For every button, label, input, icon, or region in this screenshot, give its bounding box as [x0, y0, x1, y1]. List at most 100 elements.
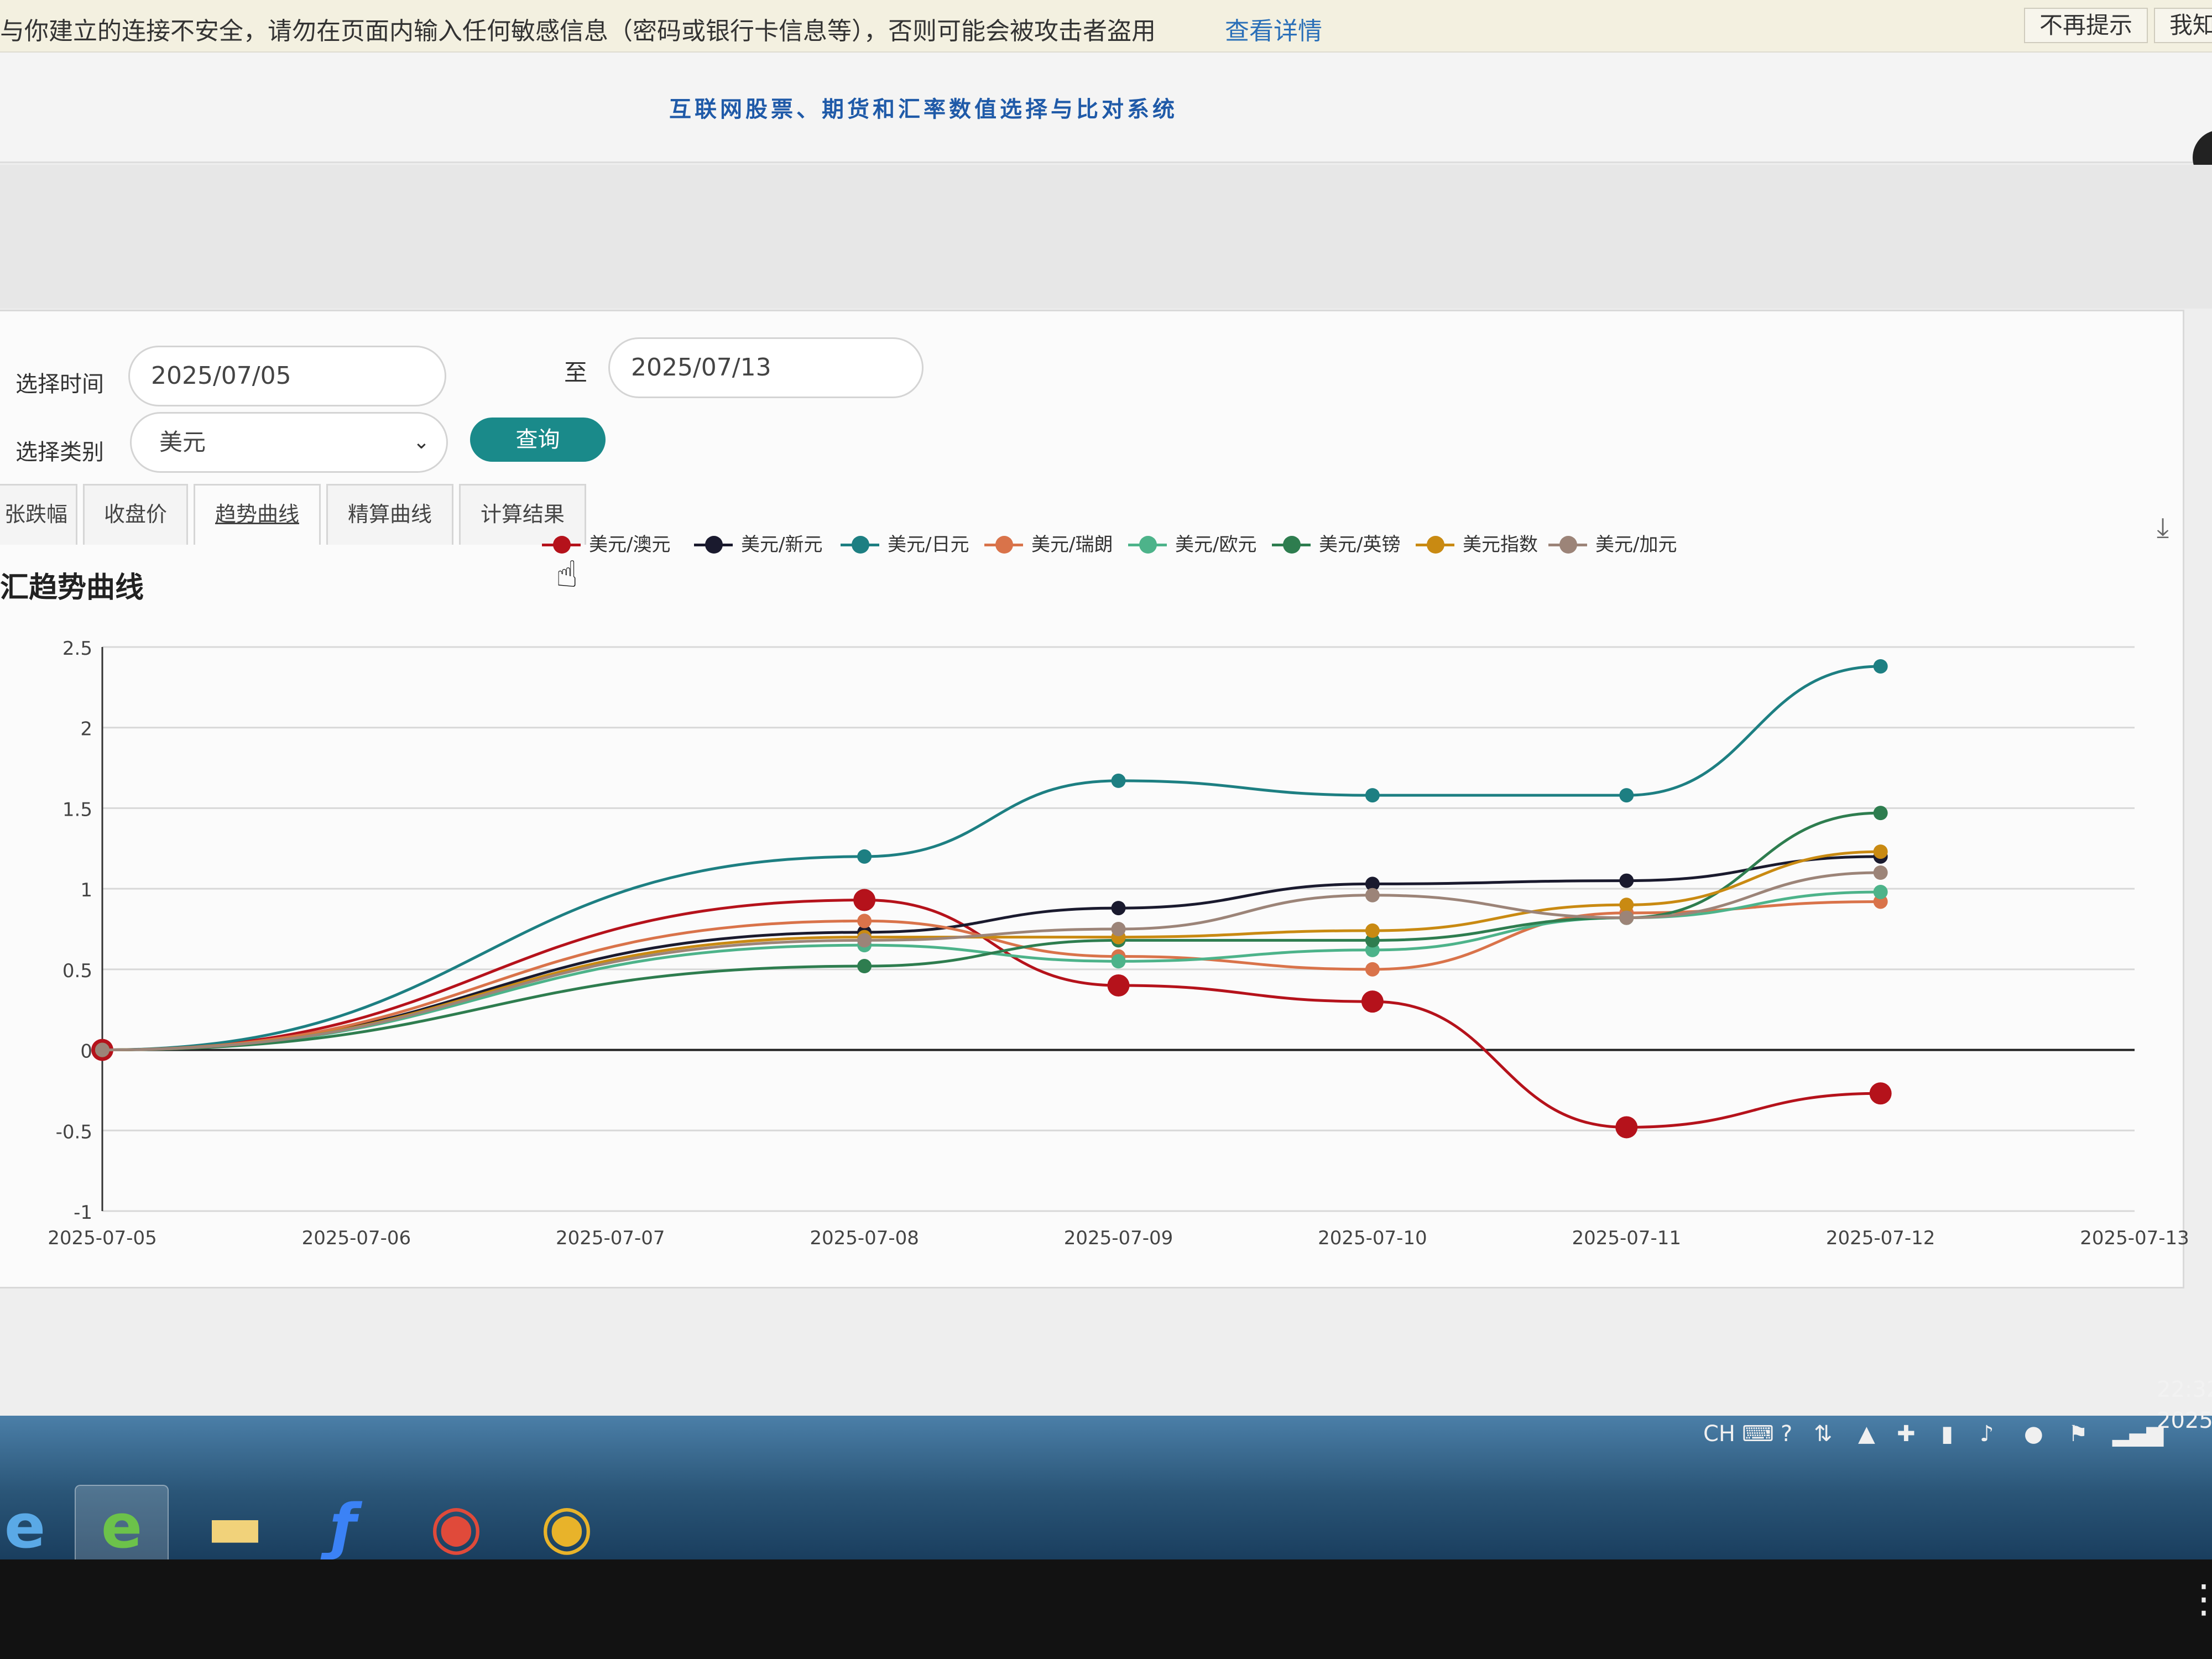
category-label: 选择类别 [15, 440, 104, 465]
system-clock[interactable]: 22:32 2025/ [2157, 1374, 2212, 1436]
data-point [1869, 1082, 1892, 1105]
data-point [1361, 990, 1384, 1013]
folder-icon[interactable]: ▬ [188, 1485, 282, 1559]
show-hidden-icons-icon[interactable]: ▲ [1858, 1421, 1875, 1447]
page-spacer [0, 165, 2212, 309]
data-point [1873, 865, 1888, 880]
system-tray: CH ⌨ ? ⇅ ▲ ✚ ▮ ♪ ● ⚑ ▂▄▆ [1692, 1413, 2201, 1463]
security-icon[interactable]: ● [2024, 1421, 2043, 1447]
ie-icon[interactable]: e [0, 1485, 72, 1559]
legend-label: 美元指数 [1463, 534, 1538, 556]
data-point [95, 1042, 109, 1057]
data-point [857, 849, 872, 864]
data-point [1365, 888, 1380, 902]
clock-time: 22:32 [2157, 1377, 2212, 1402]
y-tick-label: 0.5 [62, 960, 92, 982]
x-tick-label: 2025-07-12 [1826, 1227, 1936, 1249]
chevron-down-icon: ⌄ [413, 431, 430, 453]
x-tick-label: 2025-07-13 [2080, 1227, 2189, 1249]
ok-warning-button[interactable]: 我知 [2154, 8, 2212, 43]
legend-dot-marker [995, 536, 1013, 554]
clock-date: 2025/ [2157, 1408, 2212, 1433]
x-tick-label: 2025-07-06 [302, 1227, 411, 1249]
legend-dot-marker [1559, 536, 1577, 554]
legend-label: 美元/新元 [741, 534, 823, 556]
y-tick-label: 1 [80, 879, 92, 901]
network-switch-icon[interactable]: ⇅ [1814, 1421, 1833, 1447]
to-label: 至 [564, 359, 588, 386]
data-point [1873, 844, 1888, 859]
x-tick-label: 2025-07-09 [1064, 1227, 1173, 1249]
data-point [1111, 922, 1126, 936]
tab-close-price[interactable]: 收盘价 [83, 484, 188, 545]
tab-actuarial-curve[interactable]: 精算曲线 [326, 484, 453, 545]
flag-icon[interactable]: ⚑ [2068, 1421, 2088, 1447]
data-point [857, 914, 872, 928]
series-line [102, 665, 1881, 1052]
legend-label: 美元/加元 [1595, 534, 1677, 556]
shield-icon[interactable]: ✚ [1897, 1421, 1916, 1447]
query-button[interactable]: 查询 [470, 418, 606, 462]
time-label: 选择时间 [15, 372, 104, 397]
battery-icon[interactable]: ▮ [1941, 1421, 1953, 1447]
data-point [1615, 1116, 1638, 1139]
chrome-icon[interactable]: ◉ [409, 1485, 503, 1559]
security-warning-bar: 与你建立的连接不安全，请勿在页面内输入任何敏感信息（密码或银行卡信息等），否则可… [0, 0, 2212, 53]
data-point [1873, 659, 1888, 674]
y-tick-label: 0 [80, 1041, 92, 1063]
screen: 与你建立的连接不安全，请勿在页面内输入任何敏感信息（密码或银行卡信息等），否则可… [0, 0, 2212, 1559]
keyboard-icon[interactable]: ⌨ [1742, 1421, 1774, 1447]
x-tick-label: 2025-07-05 [48, 1227, 157, 1249]
y-tick-label: 2 [80, 718, 92, 740]
more-options-icon[interactable]: ⋮ [2184, 1576, 2212, 1621]
legend-label: 美元/日元 [888, 534, 969, 556]
legend-dot-marker [553, 536, 571, 554]
category-select[interactable]: 美元 ⌄ [130, 412, 448, 473]
data-point [1111, 954, 1126, 969]
y-tick-label: -0.5 [56, 1121, 92, 1143]
volume-icon[interactable]: ♪ [1980, 1421, 1994, 1447]
data-point [1619, 788, 1634, 803]
x-tick-label: 2025-07-11 [1572, 1227, 1681, 1249]
data-point [1873, 806, 1888, 821]
flash-icon[interactable]: ƒ [296, 1485, 390, 1559]
legend-dot-marker [852, 536, 869, 554]
ie-icon[interactable]: e [75, 1485, 169, 1559]
legend-label: 美元/欧元 [1175, 534, 1257, 556]
tab-trend-curve[interactable]: 趋势曲线 [194, 484, 321, 545]
data-point [1365, 788, 1380, 803]
category-select-value: 美元 [159, 429, 206, 456]
chrome-icon[interactable]: ◉ [520, 1485, 614, 1559]
data-point [1111, 901, 1126, 916]
legend-label: 美元/瑞朗 [1031, 534, 1113, 556]
end-date-input[interactable]: 2025/07/13 [608, 337, 924, 398]
legend-label: 美元/英镑 [1319, 534, 1401, 556]
tab-change-rate[interactable]: 张跌幅 [0, 484, 77, 545]
start-date-input[interactable]: 2025/07/05 [128, 346, 446, 406]
data-point [1873, 884, 1888, 899]
signal-icon[interactable]: ▂▄▆ [2112, 1421, 2163, 1447]
legend-dot-marker [705, 536, 723, 554]
language-indicator[interactable]: CH [1703, 1421, 1735, 1447]
dismiss-warning-button[interactable]: 不再提示 [2024, 8, 2148, 43]
legend-dot-marker [1427, 536, 1444, 554]
legend-dot-marker [1139, 536, 1157, 554]
data-point [1111, 773, 1126, 788]
data-point [1107, 974, 1130, 997]
data-point [857, 933, 872, 948]
data-point [1365, 962, 1380, 977]
y-tick-label: 1.5 [62, 799, 92, 821]
system-title: 互联网股票、期货和汇率数值选择与比对系统 [669, 97, 1178, 122]
data-point [853, 889, 876, 911]
data-point [857, 959, 872, 974]
help-icon[interactable]: ? [1781, 1421, 1792, 1447]
bottom-bezel [0, 1559, 2212, 1659]
chart-title: 汇趋势曲线 [0, 571, 144, 604]
y-tick-label: 2.5 [62, 638, 92, 660]
download-icon[interactable]: ⤓ [2157, 512, 2169, 544]
legend-label: 美元/澳元 [589, 534, 671, 556]
tab-calc-result[interactable]: 计算结果 [459, 484, 586, 545]
data-point [1619, 898, 1634, 912]
x-tick-label: 2025-07-08 [810, 1227, 919, 1249]
details-link[interactable]: 查看详情 [1225, 11, 1322, 46]
